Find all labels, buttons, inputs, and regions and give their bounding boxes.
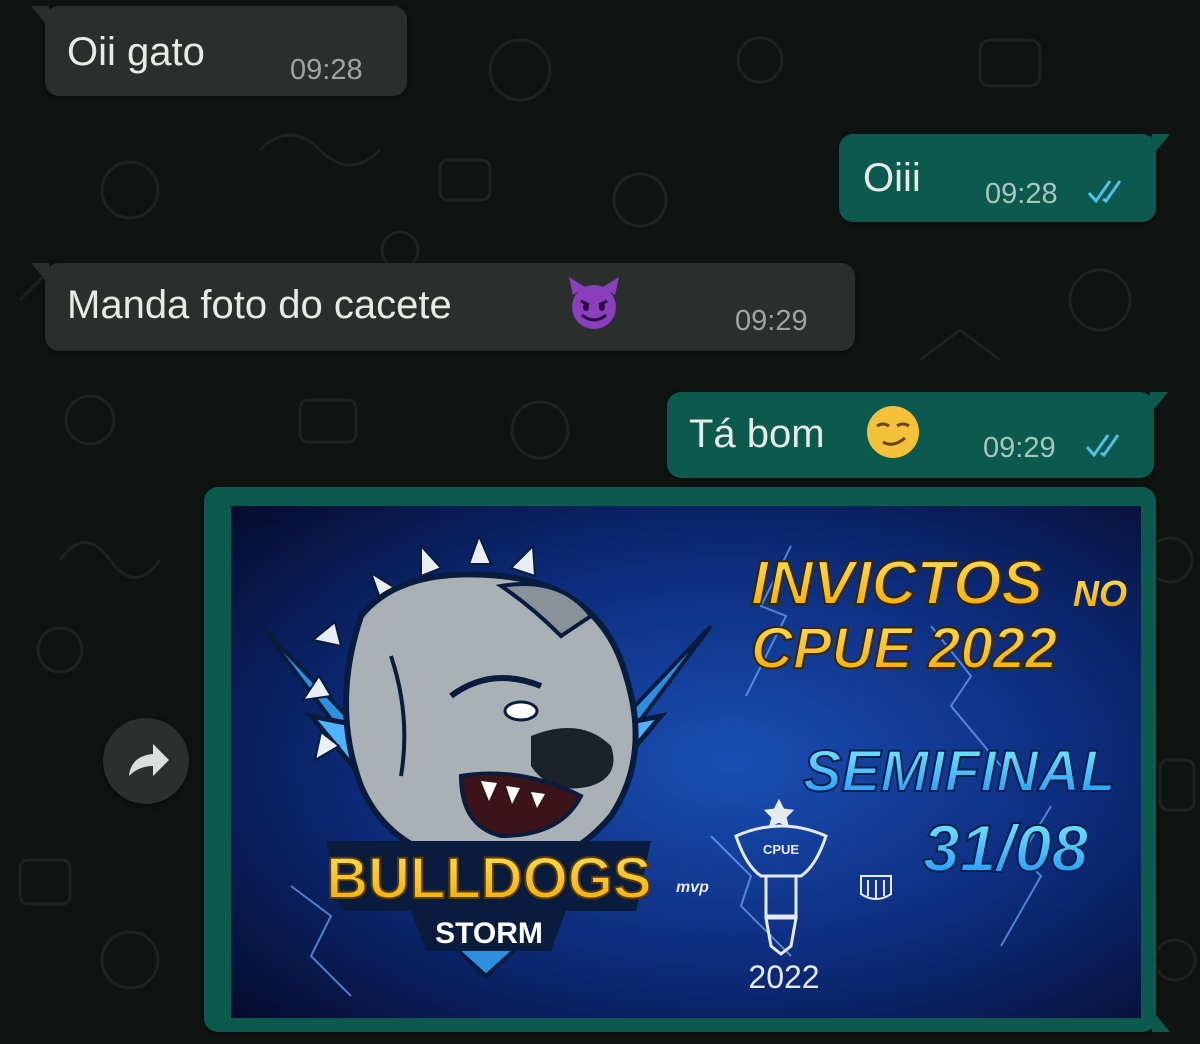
- message-text: Oii gato: [67, 30, 205, 74]
- forward-button[interactable]: [103, 718, 189, 804]
- bubble-tail: [31, 263, 49, 285]
- message-time: 09:28: [985, 178, 1058, 210]
- bubble-tail: [1152, 134, 1170, 156]
- team-name: BULLDOGS: [326, 846, 651, 911]
- smiling-imp-emoji-icon: [569, 277, 619, 329]
- message-bubble-outgoing[interactable]: Oiii 09:28: [839, 134, 1170, 222]
- message-bubble-incoming[interactable]: Oii gato 09:28: [31, 6, 407, 96]
- mvp-logo: mvp: [676, 879, 709, 896]
- read-receipt-icon: [1085, 434, 1120, 458]
- match-date: 31/08: [923, 811, 1088, 885]
- headline-no: NO: [1073, 573, 1127, 614]
- bubble-tail: [1150, 392, 1168, 414]
- message-time: 09:29: [735, 305, 808, 337]
- headline-invictos: INVICTOS: [751, 549, 1043, 618]
- bubble-tail: [1152, 1010, 1170, 1032]
- bubble-tail: [31, 6, 49, 28]
- badge-year: 2022: [748, 959, 819, 995]
- read-receipt-icon: [1087, 180, 1122, 204]
- image-attachment[interactable]: BULLDOGS STORM INVICTOS NO CPUE 2022 SEM…: [231, 506, 1141, 1018]
- message-text: Oiii: [863, 156, 921, 200]
- badge-text: CPUE: [763, 842, 799, 857]
- share-arrow-icon: [129, 744, 169, 776]
- headline-cpue: CPUE 2022: [751, 616, 1057, 681]
- team-subname: STORM: [435, 917, 543, 950]
- event-poster: BULLDOGS STORM INVICTOS NO CPUE 2022 SEM…: [231, 506, 1141, 1018]
- message-text: Tá bom: [689, 412, 825, 456]
- stage-label: SEMIFINAL: [803, 739, 1116, 804]
- message-text: Manda foto do cacete: [67, 283, 452, 327]
- message-bubble-incoming[interactable]: Manda foto do cacete 09:29: [31, 263, 855, 351]
- message-bubble-outgoing[interactable]: Tá bom 09:29: [667, 392, 1168, 478]
- smirking-face-emoji-icon: [867, 406, 919, 458]
- message-time: 09:29: [983, 432, 1056, 464]
- message-time: 09:28: [290, 54, 363, 86]
